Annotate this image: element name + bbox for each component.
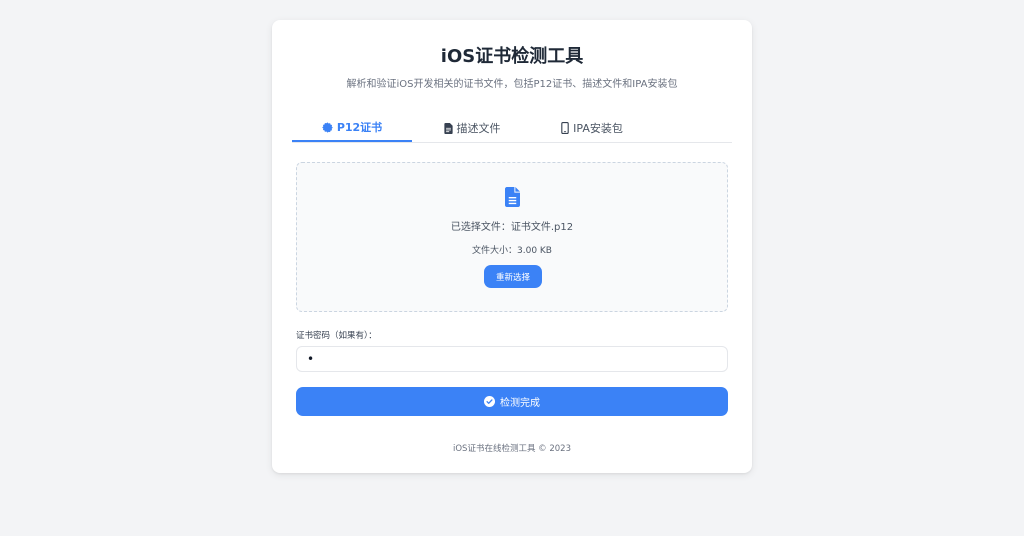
tab-bar: P12证书 描述文件 IPA安装包 [292,114,732,143]
page-subtitle: 解析和验证iOS开发相关的证书文件，包括P12证书、描述文件和IPA安装包 [346,79,678,90]
file-size: 文件大小：3.00 KB [472,246,552,256]
file-contract-icon [443,122,453,134]
upload-dropzone[interactable]: 已选择文件：证书文件.p12 文件大小：3.00 KB 重新选择 [296,162,728,312]
reselect-button[interactable]: 重新选择 [484,265,542,288]
page: iOS证书检测工具 解析和验证iOS开发相关的证书文件，包括P12证书、描述文件… [0,0,1024,536]
detect-button[interactable]: 检测完成 [296,387,728,416]
tab-p12-certificate[interactable]: P12证书 [292,114,412,142]
footer-text: iOS证书在线检测工具 © 2023 [453,444,571,454]
file-icon [505,187,520,211]
tab-ipa-package[interactable]: IPA安装包 [532,114,652,142]
check-circle-icon [484,396,495,407]
tab-provisioning-profile[interactable]: 描述文件 [412,114,532,142]
certificate-icon [322,121,333,133]
selected-file-name: 已选择文件：证书文件.p12 [450,222,574,233]
tab-label: IPA安装包 [573,122,623,135]
password-field[interactable] [296,346,728,372]
page-title: iOS证书检测工具 [440,46,584,67]
mobile-icon [561,122,569,134]
password-label: 证书密码（如果有）： [296,331,377,341]
detect-button-label: 检测完成 [500,398,540,409]
tab-label: 描述文件 [456,122,501,135]
tab-label: P12证书 [336,121,383,134]
main-card: iOS证书检测工具 解析和验证iOS开发相关的证书文件，包括P12证书、描述文件… [272,20,752,473]
